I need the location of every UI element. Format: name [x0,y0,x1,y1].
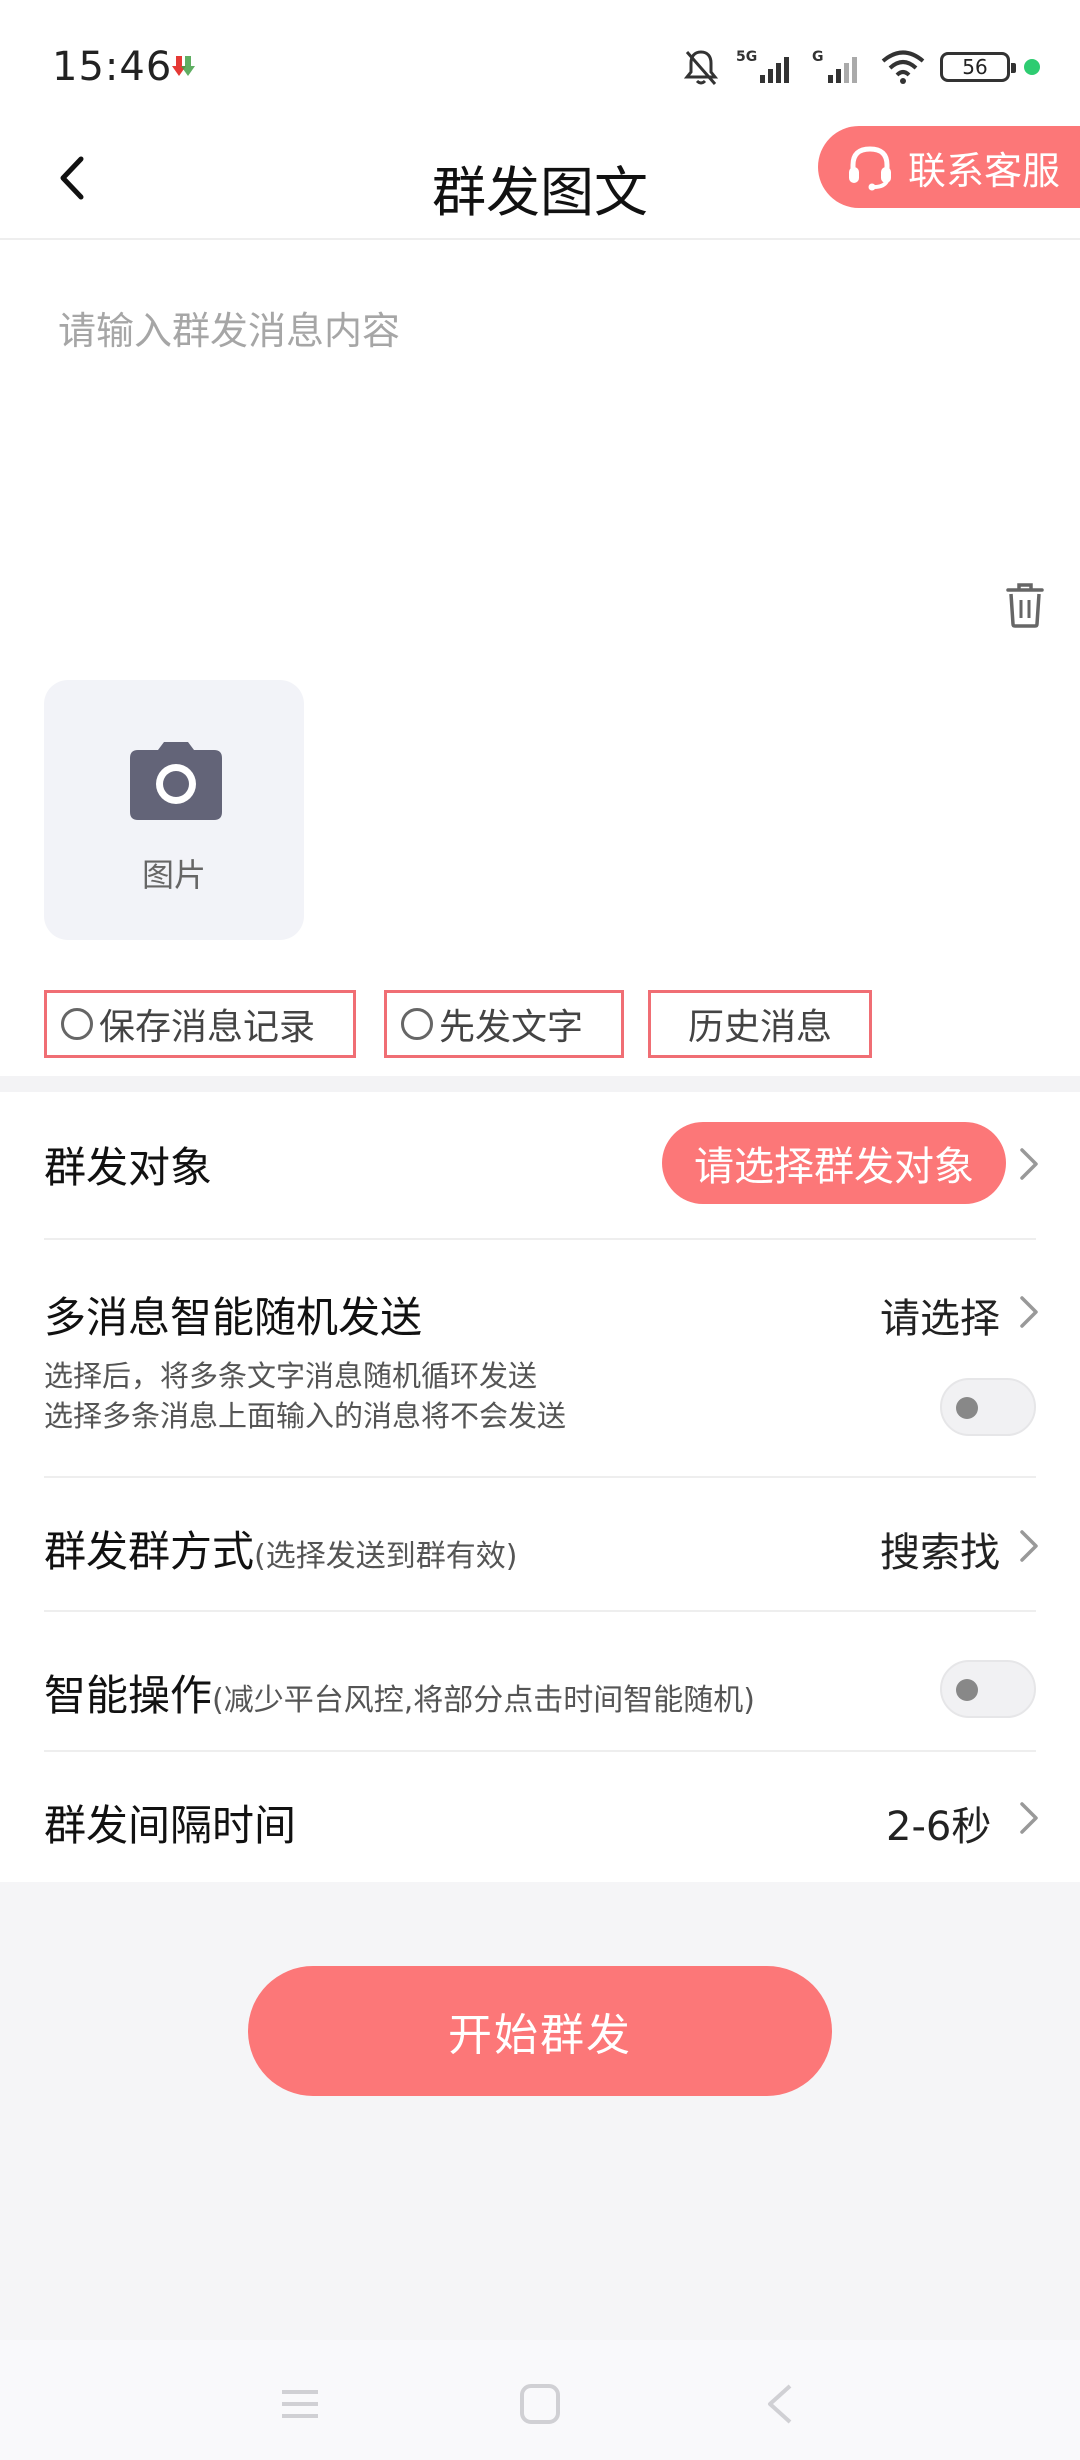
smart-ops-label: 智能操作(减少平台风控,将部分点击时间智能随机) [44,1662,755,1723]
trash-icon[interactable] [1000,578,1050,632]
headset-icon [849,146,891,191]
contact-service-label: 联系客服 [908,148,1061,193]
contact-service-button[interactable]: 联系客服 [818,126,1080,208]
system-nav-bar [0,2340,1080,2460]
signal-g-icon: G [812,49,857,83]
target-label: 群发对象 [44,1143,213,1192]
radio-icon [61,1008,93,1040]
row-divider [44,1750,1036,1752]
svg-text:G: G [812,49,824,65]
random-send-value[interactable]: 请选择 [880,1286,1000,1344]
group-mode-note: (选择发送到群有效) [254,1539,518,1574]
back-nav-button[interactable] [750,2380,810,2428]
signal-5g-icon: 5G [736,49,789,83]
back-triangle-icon [768,2384,792,2424]
download-app-icon [172,56,195,76]
smart-ops-toggle[interactable] [940,1660,1036,1718]
chevron-right-icon[interactable] [1016,1292,1042,1332]
chevron-right-icon[interactable] [1016,1798,1042,1838]
status-time: 15:46 [52,44,173,90]
toggle-knob [956,1679,978,1701]
camera-icon [130,742,222,820]
group-mode-value[interactable]: 搜索找 [880,1520,1000,1578]
bottom-area [0,1882,1080,2340]
group-mode-label: 群发群方式(选择发送到群有效) [44,1518,517,1579]
select-target-button[interactable]: 请选择群发对象 [662,1122,1006,1204]
send-text-first-option[interactable]: 先发文字 [384,990,624,1058]
toggle-knob [956,1397,978,1419]
smart-ops-note: (减少平台风控,将部分点击时间智能随机) [212,1683,755,1718]
status-icons: 5G G 56 [682,46,1040,88]
history-messages-button[interactable]: 历史消息 [648,990,872,1058]
menu-icon [282,2390,318,2418]
smart-ops-title: 智能操作 [44,1671,213,1720]
group-mode-title: 群发群方式 [44,1527,255,1576]
start-broadcast-button[interactable]: 开始群发 [248,1966,832,2096]
save-history-label: 保存消息记录 [99,1007,316,1048]
wifi-icon [881,50,925,84]
random-send-label: 多消息智能随机发送 [44,1293,423,1342]
radio-icon [401,1008,433,1040]
add-image-button[interactable]: 图片 [44,680,304,940]
home-nav-button[interactable] [510,2380,570,2428]
menu-nav-button[interactable] [270,2380,330,2428]
svg-text:5G: 5G [736,49,757,65]
random-send-hint: 选择多条消息上面输入的消息将不会发送 [44,1399,567,1433]
row-divider [44,1610,1036,1612]
row-divider [44,1476,1036,1478]
battery-icon: 56 [940,52,1016,82]
row-divider [44,1238,1036,1240]
history-messages-label: 历史消息 [687,1007,832,1048]
chevron-right-icon[interactable] [1016,1144,1042,1184]
interval-value[interactable]: 2-6秒 [886,1794,991,1852]
privacy-indicator-dot [1024,59,1040,75]
image-label: 图片 [141,856,206,894]
interval-label: 群发间隔时间 [44,1801,297,1850]
chevron-right-icon[interactable] [1016,1526,1042,1566]
mute-bell-icon [683,50,719,85]
save-history-option[interactable]: 保存消息记录 [44,990,356,1058]
section-divider [0,1076,1080,1092]
random-send-hint: 选择后，将多条文字消息随机循环发送 [44,1359,538,1393]
header: 群发图文 联系客服 [0,120,1080,240]
home-square-icon [520,2384,560,2424]
message-input[interactable] [58,300,1018,560]
random-send-toggle[interactable] [940,1378,1036,1436]
screen: 15:46 5G G 56 群发图文 联系客服 请输入群发消息内容 图片 保存消… [0,0,1080,2460]
send-text-first-label: 先发文字 [439,1007,584,1048]
status-bar: 15:46 5G G 56 [0,0,1080,130]
